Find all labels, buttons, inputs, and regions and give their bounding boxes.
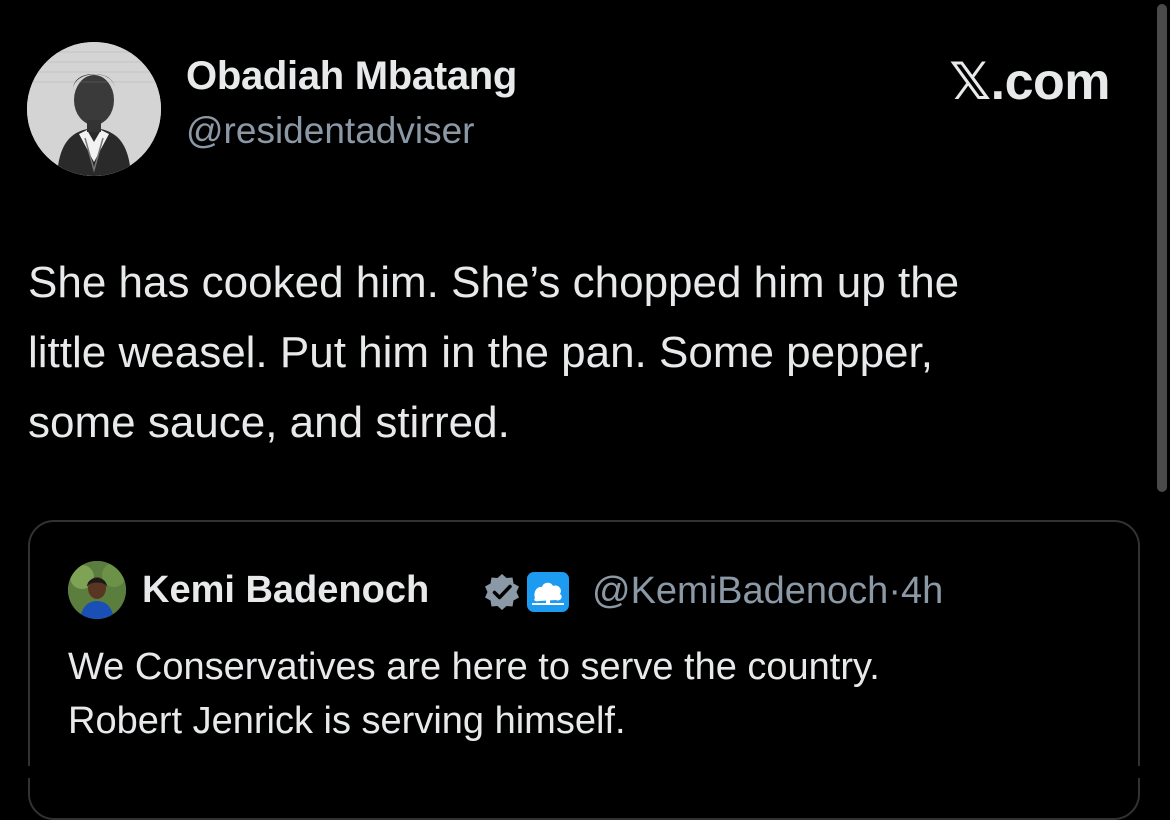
oak-tree-icon (532, 582, 564, 605)
scrollbar-thumb[interactable] (1157, 4, 1167, 492)
quoted-body-line: Robert Jenrick is serving himself. (68, 700, 626, 742)
author-name[interactable]: Obadiah Mbatang (186, 54, 517, 99)
quoted-author-avatar[interactable] (68, 561, 126, 619)
tweet-body-line: little weasel. Put him in the pan. Some … (28, 328, 933, 377)
tweet-body-line: She has cooked him. She’s chopped him up… (28, 258, 960, 307)
quoted-handle[interactable]: @KemiBadenoch (592, 570, 888, 612)
conservative-party-affiliation-icon[interactable] (527, 572, 569, 612)
scrollbar[interactable] (1156, 0, 1168, 778)
author-handle[interactable]: @residentadviser (186, 110, 474, 152)
brand-suffix: .com (990, 53, 1111, 111)
tweet-card: Obadiah Mbatang @residentadviser 𝕏.com S… (0, 0, 1170, 820)
quoted-body-line: We Conservatives are here to serve the c… (68, 646, 880, 688)
x-logo-icon: 𝕏 (949, 52, 991, 112)
separator-dot: · (888, 570, 901, 612)
profile-photo-icon (68, 561, 126, 619)
quoted-author-name[interactable]: Kemi Badenoch (142, 569, 429, 612)
portrait-engraving-icon (27, 42, 161, 176)
quoted-timestamp[interactable]: 4h (901, 570, 943, 612)
quoted-body: We Conservatives are here to serve the c… (68, 640, 1118, 748)
quoted-handle-time[interactable]: @KemiBadenoch·4h (592, 570, 943, 613)
tweet-body: She has cooked him. She’s chopped him up… (28, 248, 1128, 458)
x-com-logo: 𝕏.com (949, 52, 1110, 112)
tweet-body-line: some sauce, and stirred. (28, 398, 510, 447)
bottom-edge (0, 766, 1170, 778)
author-avatar[interactable] (27, 42, 161, 176)
verified-badge-icon (485, 574, 519, 610)
